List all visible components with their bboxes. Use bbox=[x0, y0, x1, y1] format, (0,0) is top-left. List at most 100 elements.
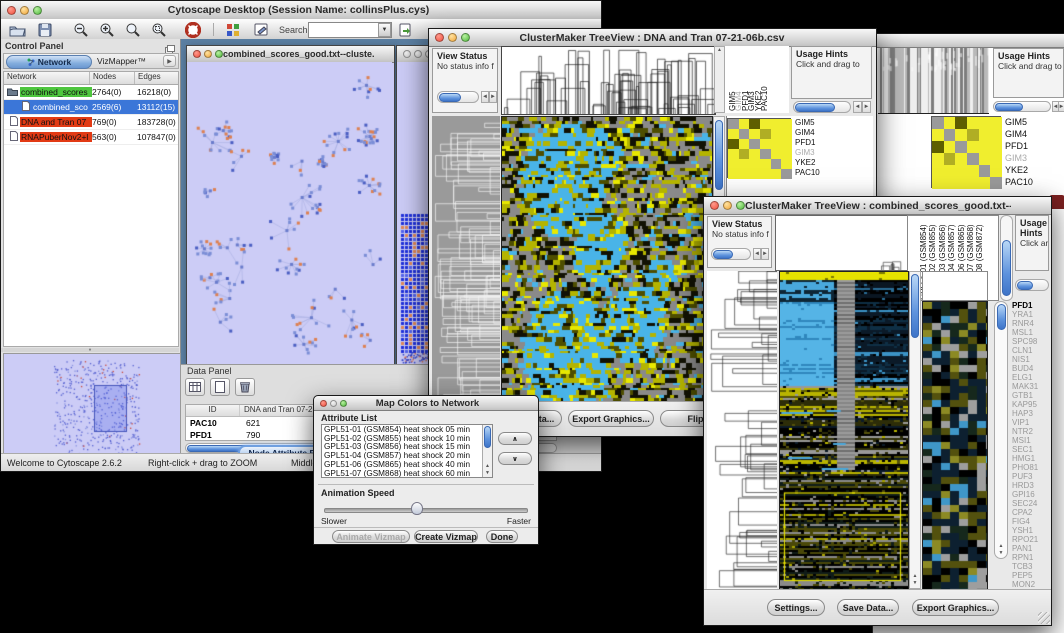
row-dendrogram[interactable] bbox=[432, 116, 500, 401]
network-tree-row[interactable]: combined_sco2569(6)13112(15) bbox=[4, 100, 178, 115]
minimize-button[interactable] bbox=[414, 50, 422, 58]
panel-divider-handle[interactable]: ● bbox=[1, 348, 179, 352]
zoom-in-icon[interactable] bbox=[97, 22, 117, 38]
move-up-button[interactable]: ∧ bbox=[498, 432, 532, 445]
scroll-left-arrow[interactable]: ◄ bbox=[853, 101, 862, 113]
dialog-titlebar[interactable]: Map Colors to Network bbox=[314, 396, 538, 411]
minimize-button[interactable] bbox=[204, 50, 212, 58]
gene-label[interactable]: SEC1 bbox=[1012, 445, 1050, 454]
gene-label[interactable]: SPC98 bbox=[1012, 337, 1050, 346]
close-button[interactable] bbox=[710, 201, 719, 210]
minimize-button[interactable] bbox=[20, 6, 29, 15]
gene-label[interactable]: PUF3 bbox=[1012, 472, 1050, 481]
gene-label[interactable]: MON2 bbox=[1012, 580, 1050, 589]
gene-label[interactable]: YRA1 bbox=[1012, 310, 1050, 319]
done-button[interactable]: Done bbox=[486, 530, 518, 543]
partial-titlebar[interactable] bbox=[873, 34, 1064, 48]
label-vscrollbar[interactable] bbox=[1000, 215, 1013, 301]
scroll-left-arrow[interactable]: ◄ bbox=[753, 248, 761, 260]
gene-label[interactable]: NIS1 bbox=[1012, 355, 1050, 364]
network-graph-canvas[interactable] bbox=[187, 62, 392, 364]
gene-label[interactable]: MSI1 bbox=[1012, 436, 1050, 445]
gene-label-list[interactable]: PFD1YRA1RNR4MSL1SPC98CLN1NIS1BUD4ELG1MAK… bbox=[1012, 301, 1050, 589]
gene-label[interactable]: CLN1 bbox=[1012, 346, 1050, 355]
export-graphics-button[interactable]: Export Graphics... bbox=[912, 599, 999, 616]
zoom-out-icon[interactable] bbox=[71, 22, 91, 38]
tab-overflow-button[interactable]: ▶ bbox=[163, 55, 176, 67]
zoom-fit-icon[interactable] bbox=[123, 22, 143, 38]
gene-label[interactable]: RPN1 bbox=[1012, 553, 1050, 562]
global-heatmap[interactable] bbox=[501, 116, 713, 403]
gene-label[interactable]: RPO21 bbox=[1012, 535, 1050, 544]
gene-label[interactable]: CPA2 bbox=[1012, 508, 1050, 517]
close-button[interactable] bbox=[193, 50, 201, 58]
partial-hscrollbar[interactable] bbox=[993, 101, 1051, 112]
delete-attribute-icon[interactable] bbox=[235, 378, 255, 396]
heatmap-vscrollbar[interactable]: ▲ ▼ bbox=[909, 271, 921, 589]
minimize-button[interactable] bbox=[448, 33, 457, 42]
close-button[interactable] bbox=[435, 33, 444, 42]
attribute-table-icon[interactable] bbox=[185, 378, 205, 396]
status-hscrollbar[interactable] bbox=[437, 91, 479, 103]
annotation-icon[interactable] bbox=[251, 22, 271, 38]
list-vscrollbar[interactable]: ▲ ▼ bbox=[482, 425, 492, 477]
zoom-button[interactable] bbox=[33, 6, 42, 15]
gene-label[interactable]: VIP1 bbox=[1012, 418, 1050, 427]
gene-label[interactable]: HMG1 bbox=[1012, 454, 1050, 463]
status-hscrollbar[interactable] bbox=[711, 248, 751, 260]
animate-vizmap-button[interactable]: Animate Vizmap bbox=[332, 530, 410, 543]
tab-vizmapper[interactable]: VizMapper™ bbox=[97, 56, 146, 66]
scroll-right-arrow[interactable]: ► bbox=[862, 101, 871, 113]
vizmapper-icon[interactable] bbox=[223, 22, 243, 38]
close-button[interactable] bbox=[7, 6, 16, 15]
minimize-button[interactable] bbox=[723, 201, 732, 210]
gene-label[interactable]: YSH1 bbox=[1012, 526, 1050, 535]
network-tree-row[interactable]: DNA and Tran 07769(0)183728(0) bbox=[4, 115, 178, 130]
gene-label[interactable]: PEP5 bbox=[1012, 571, 1050, 580]
close-button[interactable] bbox=[320, 400, 327, 407]
network-tree-row[interactable]: RNAPuberNov2+l563(0)107847(0) bbox=[4, 130, 178, 145]
column-header-network[interactable]: Network bbox=[4, 72, 90, 84]
scroll-right-arrow[interactable]: ► bbox=[1058, 101, 1064, 112]
gene-label[interactable]: KAP95 bbox=[1012, 400, 1050, 409]
gene-label[interactable]: TCB3 bbox=[1012, 562, 1050, 571]
speed-slider[interactable] bbox=[324, 508, 528, 513]
gene-label[interactable]: PFD1 bbox=[1012, 301, 1050, 310]
gene-label[interactable]: MSL1 bbox=[1012, 328, 1050, 337]
settings-button[interactable]: Settings... bbox=[767, 599, 825, 616]
help-ring-icon[interactable] bbox=[183, 22, 203, 38]
export-graphics-button[interactable]: Export Graphics... bbox=[568, 410, 654, 427]
gene-label[interactable]: GTB1 bbox=[1012, 391, 1050, 400]
gene-label[interactable]: GPI16 bbox=[1012, 490, 1050, 499]
zoom-selected-icon[interactable] bbox=[149, 22, 169, 38]
gene-label[interactable]: RNR4 bbox=[1012, 319, 1050, 328]
scroll-right-arrow[interactable]: ► bbox=[761, 248, 769, 260]
zoom-button[interactable] bbox=[461, 33, 470, 42]
minimize-button[interactable] bbox=[330, 400, 337, 407]
create-vizmap-button[interactable]: Create Vizmap bbox=[414, 530, 478, 543]
search-dropdown-arrow[interactable]: ▼ bbox=[378, 23, 391, 37]
hints-hscrollbar[interactable] bbox=[793, 101, 851, 113]
zoom-heatmap[interactable] bbox=[922, 301, 988, 591]
zoom-button[interactable] bbox=[340, 400, 347, 407]
column-dendrogram[interactable] bbox=[501, 46, 716, 115]
gene-label[interactable]: HAP3 bbox=[1012, 409, 1050, 418]
treeview-combined-titlebar[interactable]: ClusterMaker TreeView : combined_scores_… bbox=[704, 197, 1051, 215]
gene-label[interactable]: MAK31 bbox=[1012, 382, 1050, 391]
column-dendrogram[interactable] bbox=[775, 215, 908, 271]
zoom-button[interactable] bbox=[215, 50, 223, 58]
gene-vscrollbar[interactable]: ▲ ▼ bbox=[994, 301, 1008, 559]
gene-label[interactable]: PHO81 bbox=[1012, 463, 1050, 472]
network-tree-row[interactable]: combined_scores2764(0)16218(0) bbox=[4, 85, 178, 100]
attribute-list-item[interactable]: GPL51-07 (GSM868) heat shock 60 min bbox=[324, 470, 481, 478]
birdseye-view[interactable] bbox=[3, 353, 181, 461]
treeview-dna-titlebar[interactable]: ClusterMaker TreeView : DNA and Tran 07-… bbox=[429, 29, 876, 47]
scroll-right-arrow[interactable]: ► bbox=[489, 91, 497, 103]
new-attribute-icon[interactable] bbox=[210, 378, 230, 396]
gene-label[interactable]: HRD3 bbox=[1012, 481, 1050, 490]
move-down-button[interactable]: ∨ bbox=[498, 452, 532, 465]
slider-thumb[interactable] bbox=[411, 502, 423, 515]
gene-label[interactable]: PAN1 bbox=[1012, 544, 1050, 553]
gene-label[interactable]: NTR2 bbox=[1012, 427, 1050, 436]
correlation-matrix[interactable] bbox=[727, 118, 791, 178]
